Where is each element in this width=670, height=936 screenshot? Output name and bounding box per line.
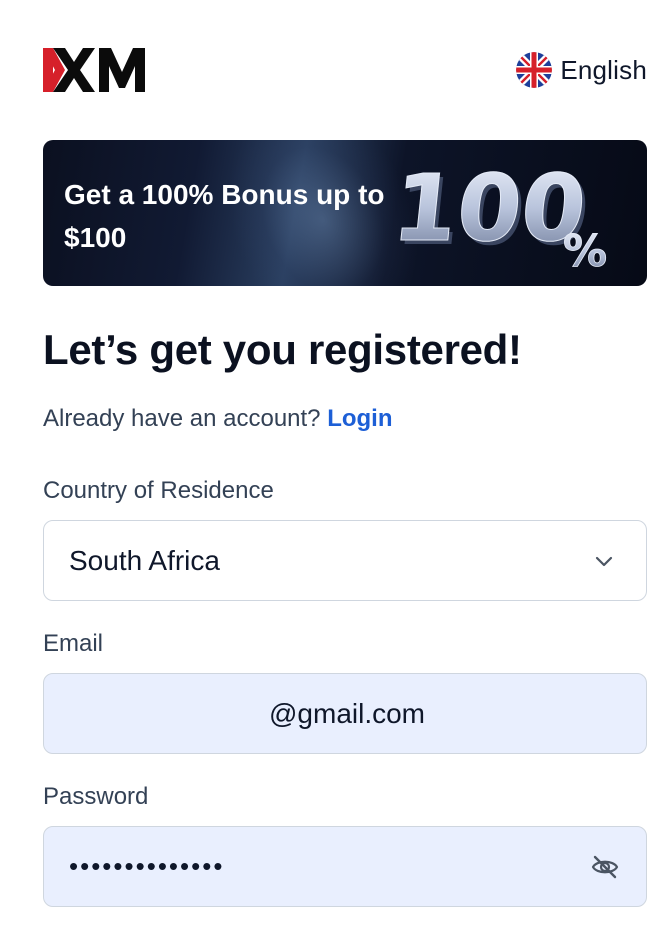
country-label: Country of Residence [43,477,274,504]
login-prompt-text: Already have an account? [43,405,321,432]
email-value: @gmail.com [269,697,426,729]
banner-title: Get a 100% Bonus up to $100 [64,179,385,253]
graphic-digits: 100 [395,156,591,262]
language-selector[interactable]: English [516,52,647,88]
language-label: English [560,54,647,85]
login-link[interactable]: Login [327,405,392,432]
hundred-percent-graphic: 100 100 % [395,156,607,274]
uk-flag-icon [516,52,553,88]
country-value: South Africa [69,544,220,576]
bonus-banner[interactable]: Get a 100% Bonus up to $100 100 100 % [43,140,647,286]
registration-page: English Get a 100% Bonus up to $100 100 … [0,0,670,936]
login-prompt-line: Already have an account? Login [43,405,393,433]
password-field[interactable]: •••••••••••••• [43,826,647,907]
eye-off-icon[interactable] [590,852,620,882]
graphic-percent: % [563,226,607,274]
country-select[interactable]: South Africa [43,520,647,601]
email-field[interactable]: @gmail.com [43,673,647,754]
password-value: •••••••••••••• [69,851,225,881]
email-label: Email [43,630,104,657]
password-label: Password [43,783,149,810]
page-title: Let’s get you registered! [43,326,522,373]
chevron-down-icon [595,556,613,567]
xm-logo [43,48,145,92]
